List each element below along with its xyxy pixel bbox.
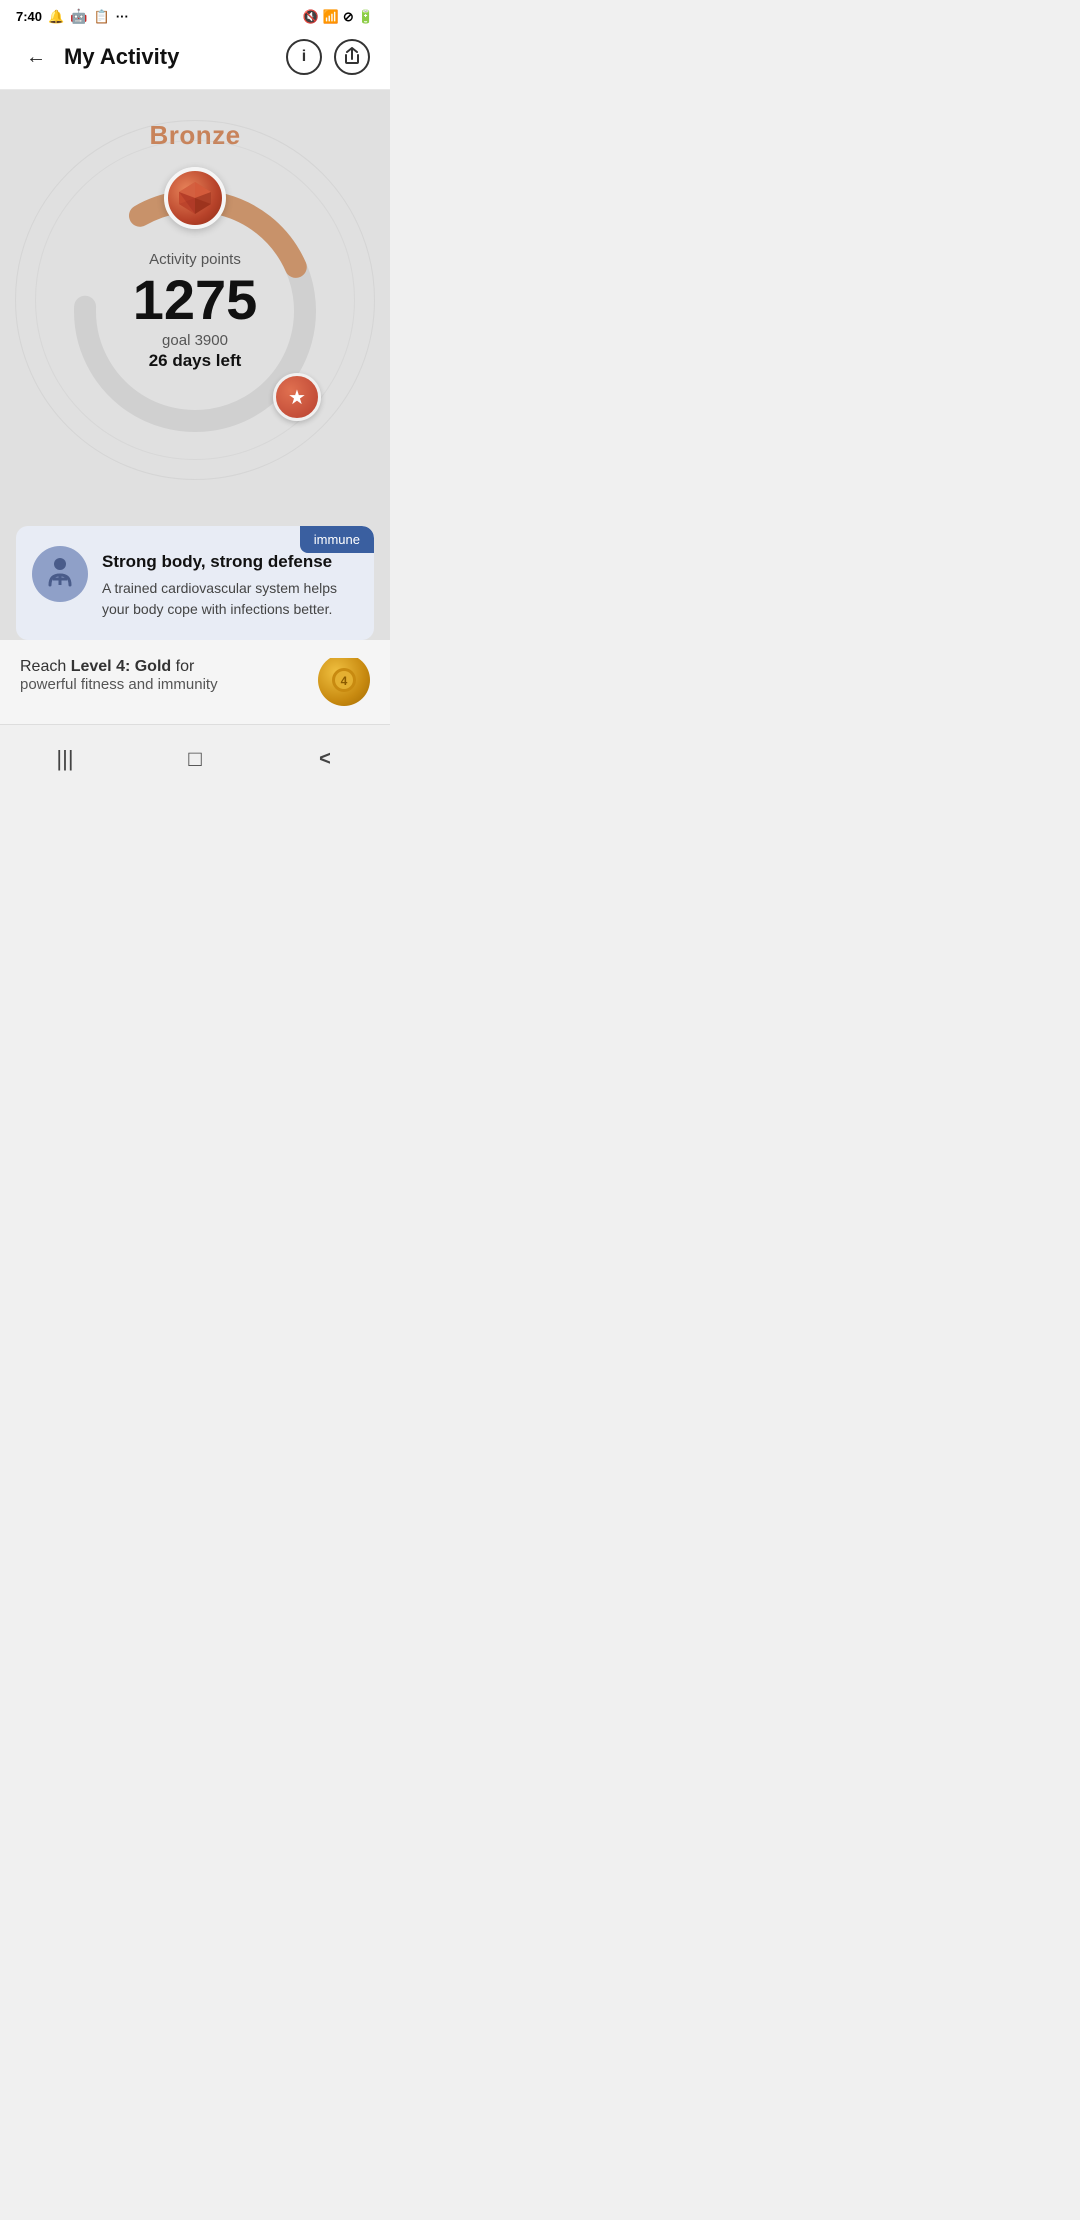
status-left: 7:40 🔔 🤖 📋 ···: [16, 8, 129, 25]
block-icon: ⊘: [343, 9, 354, 25]
share-icon: [344, 47, 360, 68]
next-level-posttext: for: [171, 658, 194, 675]
ring-section: Bronze: [0, 90, 390, 510]
back-arrow-icon: ←: [26, 46, 46, 69]
mute-icon: 🔇: [303, 9, 319, 25]
next-level-subtext: powerful fitness and immunity: [20, 676, 218, 693]
status-right: 🔇 📶 ⊘ 🔋: [303, 9, 374, 25]
ring-center: Activity points 1275 goal 3900 26 days l…: [95, 251, 295, 371]
card-icon: [32, 546, 88, 602]
top-nav: ← My Activity i: [0, 29, 390, 90]
star-badge: ★: [273, 373, 321, 421]
clipboard-icon: 📋: [94, 9, 110, 25]
svg-text:4: 4: [341, 674, 348, 688]
back-nav-icon: <: [319, 748, 331, 771]
gem-badge: [164, 167, 226, 229]
card-text: Strong body, strong defense A trained ca…: [102, 546, 358, 620]
gold-coin: 4: [318, 658, 370, 706]
notification-icon: 🔔: [48, 9, 64, 25]
recent-apps-button[interactable]: |||: [45, 739, 85, 779]
android-icon: 🤖: [70, 8, 87, 25]
main-content: Bronze: [0, 90, 390, 724]
home-icon: □: [188, 746, 201, 772]
back-button-nav[interactable]: <: [305, 739, 345, 779]
card-badge: immune: [300, 526, 374, 553]
nav-right: i: [286, 39, 370, 75]
person-icon: [45, 557, 75, 591]
home-button[interactable]: □: [175, 739, 215, 779]
next-level-pretext: Reach: [20, 658, 71, 675]
back-button[interactable]: ←: [20, 41, 52, 73]
card-description: A trained cardiovascular system helps yo…: [102, 578, 358, 620]
status-time: 7:40: [16, 9, 42, 24]
goal-text: goal 3900: [95, 332, 295, 349]
gold-medal-icon: 4: [330, 666, 358, 694]
wifi-icon: 📶: [323, 9, 339, 25]
recent-apps-icon: |||: [56, 746, 73, 772]
card-title: Strong body, strong defense: [102, 552, 358, 572]
share-button[interactable]: [334, 39, 370, 75]
gem-icon: [175, 178, 215, 218]
days-left-text: 26 days left: [95, 351, 295, 371]
info-button[interactable]: i: [286, 39, 322, 75]
star-icon: ★: [288, 385, 306, 410]
status-bar: 7:40 🔔 🤖 📋 ··· 🔇 📶 ⊘ 🔋: [0, 0, 390, 29]
next-level-name: Level 4: Gold: [71, 658, 171, 675]
battery-icon: 🔋: [358, 9, 374, 25]
bottom-nav: ||| □ <: [0, 724, 390, 799]
activity-points-value: 1275: [95, 272, 295, 328]
nav-left: ← My Activity: [20, 41, 179, 73]
next-level-section: 4 Reach Level 4: Gold for powerful fitne…: [0, 640, 390, 724]
info-card: immune Strong body, strong defense A tra…: [16, 526, 374, 640]
activity-points-label: Activity points: [95, 251, 295, 268]
ring-container: Activity points 1275 goal 3900 26 days l…: [55, 171, 335, 451]
more-icon: ···: [116, 9, 129, 24]
page-title: My Activity: [64, 44, 179, 70]
info-icon: i: [302, 48, 306, 66]
